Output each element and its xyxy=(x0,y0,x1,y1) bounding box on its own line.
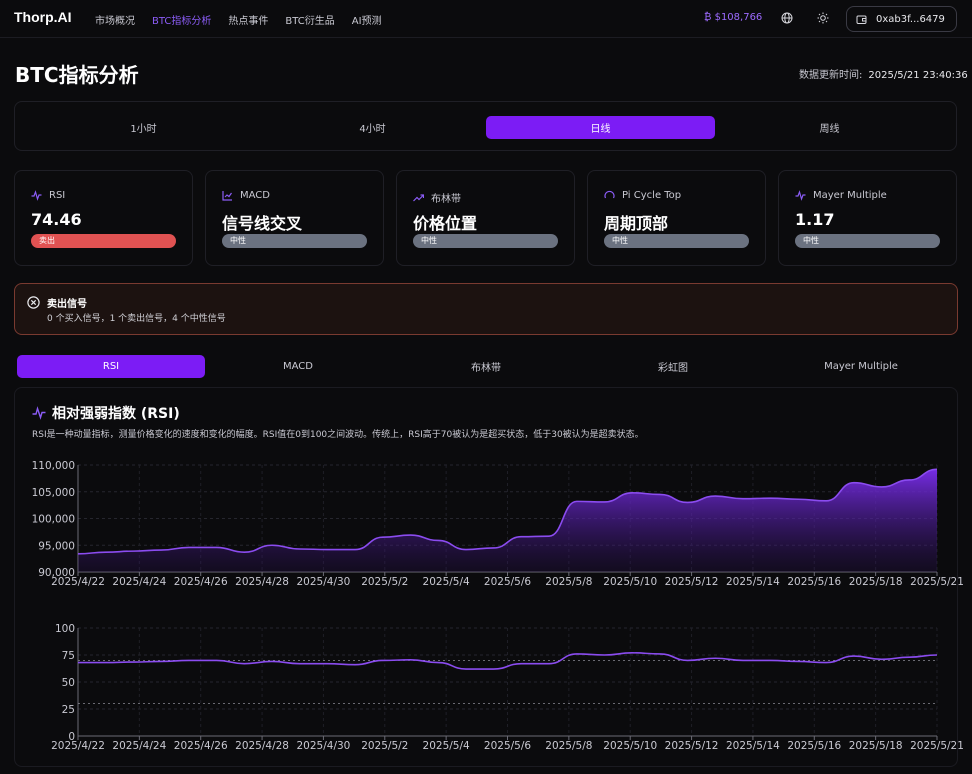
y-tick-label: 25 xyxy=(62,704,75,716)
x-tick-label: 2025/5/10 xyxy=(603,576,657,588)
x-tick-label: 2025/4/30 xyxy=(297,740,351,752)
x-tick-label: 2025/4/28 xyxy=(235,576,289,588)
x-tick-label: 2025/5/12 xyxy=(665,576,719,588)
x-tick-label: 2025/5/12 xyxy=(665,740,719,752)
y-tick-label: 95,000 xyxy=(38,540,75,552)
x-tick-label: 2025/5/10 xyxy=(603,740,657,752)
x-tick-label: 2025/4/24 xyxy=(112,576,166,588)
price-area-chart: 90,00095,000100,000105,000110,0002025/4/… xyxy=(32,460,964,588)
x-tick-label: 2025/4/22 xyxy=(51,740,105,752)
x-tick-label: 2025/4/24 xyxy=(112,740,166,752)
x-tick-label: 2025/4/28 xyxy=(235,740,289,752)
y-tick-label: 100,000 xyxy=(32,514,75,526)
x-tick-label: 2025/5/8 xyxy=(545,576,592,588)
x-tick-label: 2025/5/2 xyxy=(361,576,408,588)
y-tick-label: 75 xyxy=(62,650,75,662)
y-tick-label: 105,000 xyxy=(32,487,75,499)
charts-svg: 90,00095,000100,000105,000110,0002025/4/… xyxy=(32,460,964,752)
x-tick-label: 2025/5/14 xyxy=(726,576,780,588)
x-tick-label: 2025/4/22 xyxy=(51,576,105,588)
x-tick-label: 2025/5/8 xyxy=(545,740,592,752)
y-tick-label: 100 xyxy=(55,623,75,635)
x-tick-label: 2025/5/6 xyxy=(484,576,531,588)
x-tick-label: 2025/5/16 xyxy=(787,576,841,588)
y-tick-label: 110,000 xyxy=(32,460,75,472)
x-tick-label: 2025/4/26 xyxy=(174,576,228,588)
x-tick-label: 2025/5/21 xyxy=(910,740,964,752)
x-tick-label: 2025/5/4 xyxy=(423,740,470,752)
x-tick-label: 2025/4/26 xyxy=(174,740,228,752)
x-tick-label: 2025/5/6 xyxy=(484,740,531,752)
x-tick-label: 2025/5/4 xyxy=(423,576,470,588)
rsi-line-chart: 02550751002025/4/22 2025/4/24 2025/4/26 202… xyxy=(51,623,964,752)
y-tick-label: 50 xyxy=(62,677,75,689)
x-tick-label: 2025/5/2 xyxy=(361,740,408,752)
x-tick-label: 2025/5/21 xyxy=(910,576,964,588)
x-tick-label: 2025/5/16 xyxy=(787,740,841,752)
x-tick-label: 2025/4/30 xyxy=(297,576,351,588)
x-tick-label: 2025/5/18 xyxy=(849,576,903,588)
x-tick-label: 2025/5/18 xyxy=(849,740,903,752)
x-tick-label: 2025/5/14 xyxy=(726,740,780,752)
